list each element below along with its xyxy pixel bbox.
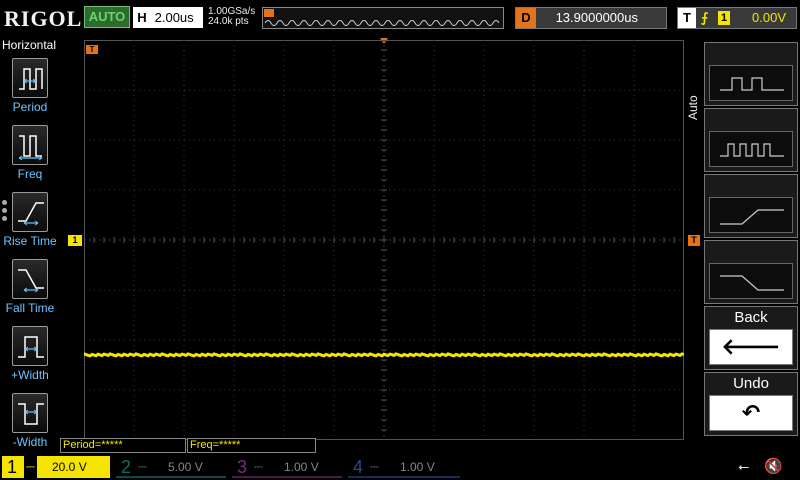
- rising-edge-icon: [709, 197, 793, 233]
- freq-measurement: Freq=*****: [187, 438, 316, 453]
- back-button[interactable]: Back 🡐: [704, 306, 798, 370]
- horizontal-letter: H: [137, 10, 147, 25]
- ch3-coupling-icon: ⎓: [254, 461, 263, 473]
- timebase-value: 2.00us: [154, 10, 194, 25]
- ch2-status[interactable]: 2 ⎓ 5.00 V: [116, 456, 226, 478]
- auto-menu-label: Auto: [686, 95, 700, 120]
- menu-item-label: Rise Time: [3, 234, 57, 248]
- delay-display[interactable]: D 13.9000000us: [515, 7, 667, 29]
- trigger-source: 1: [718, 11, 730, 25]
- ch1-coupling-icon: ⎓: [24, 456, 37, 478]
- ch4-coupling-icon: ⎓: [370, 461, 379, 473]
- menu-item-freq[interactable]: Freq: [0, 125, 60, 187]
- right-softkey-menu: Auto Back 🡐 Undo ↶: [686, 40, 800, 452]
- brand-logo: RIGOL: [4, 6, 83, 31]
- auto-pulse-train-button[interactable]: [704, 108, 798, 172]
- undo-arrow-icon: ↶: [709, 395, 793, 431]
- undo-label: Undo: [733, 375, 769, 392]
- ch1-number: 1: [6, 457, 17, 477]
- horizontal-timebase[interactable]: H 2.00us: [133, 7, 203, 28]
- menu-item-label: +Width: [11, 368, 49, 382]
- ch1-offset-marker[interactable]: 1: [68, 235, 82, 246]
- rise-time-icon: [12, 192, 48, 232]
- freq-icon: [12, 125, 48, 165]
- left-measure-menu: Horizontal Period Freq Rise Time Fall Ti…: [0, 38, 60, 452]
- menu-item-label: Freq: [17, 167, 43, 181]
- undo-button[interactable]: Undo ↶: [704, 372, 798, 436]
- memory-depth: 24.0k pts: [208, 16, 249, 27]
- delay-letter: D: [516, 8, 536, 28]
- menu-item-pos-width[interactable]: +Width: [0, 326, 60, 388]
- back-arrow-icon: 🡐: [709, 329, 793, 365]
- auto-rising-edge-button[interactable]: [704, 174, 798, 238]
- acquisition-info: 1.00GSa/s 24.0k pts: [208, 7, 255, 27]
- menu-item-label: -Width: [12, 435, 48, 449]
- period-measurement: Period=*****: [60, 438, 186, 453]
- menu-item-label: Period: [12, 100, 48, 114]
- menu-item-label: Fall Time: [5, 301, 55, 315]
- ch2-number: 2: [120, 457, 131, 477]
- period-icon: [12, 58, 48, 98]
- back-label: Back: [734, 309, 768, 326]
- delay-value: 13.9000000us: [555, 10, 638, 25]
- run-mode-badge[interactable]: AUTO: [84, 6, 130, 28]
- memory-overview-strip: [262, 7, 504, 29]
- menu-item-neg-width[interactable]: -Width: [0, 393, 60, 455]
- trigger-letter: T: [678, 8, 696, 28]
- falling-edge-icon: [709, 263, 793, 299]
- auto-square-wave-button[interactable]: [704, 42, 798, 106]
- top-status-bar: RIGOL AUTO H 2.00us 1.00GSa/s 24.0k pts …: [0, 0, 800, 36]
- menu-item-fall-time[interactable]: Fall Time: [0, 259, 60, 321]
- memory-position-marker: [264, 9, 274, 17]
- ch2-coupling-icon: ⎓: [138, 461, 147, 473]
- fall-time-icon: [12, 259, 48, 299]
- pulse-train-icon: [709, 131, 793, 167]
- menu-item-period[interactable]: Period: [0, 58, 60, 120]
- trigger-level: 0.00V: [752, 10, 786, 25]
- ch4-scale: 1.00 V: [400, 460, 435, 474]
- ch3-scale: 1.00 V: [284, 460, 319, 474]
- square-wave-icon: [709, 65, 793, 101]
- memory-waveform-preview: [264, 20, 500, 26]
- usb-icon: ⭠: [738, 458, 750, 474]
- ch4-number: 4: [352, 457, 363, 477]
- ch2-scale: 5.00 V: [168, 460, 203, 474]
- ch1-trace: [84, 352, 684, 358]
- neg-width-icon: [12, 393, 48, 433]
- ch1-status[interactable]: 1 ⎓ 20.0 V: [2, 456, 110, 478]
- ch3-status[interactable]: 3 ⎓ 1.00 V: [232, 456, 342, 478]
- ch3-number: 3: [236, 457, 247, 477]
- speaker-muted-icon[interactable]: 🔇: [764, 457, 783, 475]
- auto-falling-edge-button[interactable]: [704, 240, 798, 304]
- channel-status-bar: 1 ⎓ 20.0 V 2 ⎓ 5.00 V 3 ⎓ 1.00 V 4 ⎓ 1.0…: [0, 454, 800, 480]
- ch4-status[interactable]: 4 ⎓ 1.00 V: [348, 456, 460, 478]
- trigger-edge-icon: ⨍: [701, 10, 709, 25]
- ch1-scale: 20.0 V: [52, 460, 87, 474]
- menu-title: Horizontal: [2, 38, 57, 52]
- waveform-display[interactable]: [84, 40, 684, 440]
- pos-width-icon: [12, 326, 48, 366]
- trigger-display[interactable]: T ⨍ 1 0.00V: [677, 7, 797, 29]
- menu-item-rise-time[interactable]: Rise Time: [0, 192, 60, 254]
